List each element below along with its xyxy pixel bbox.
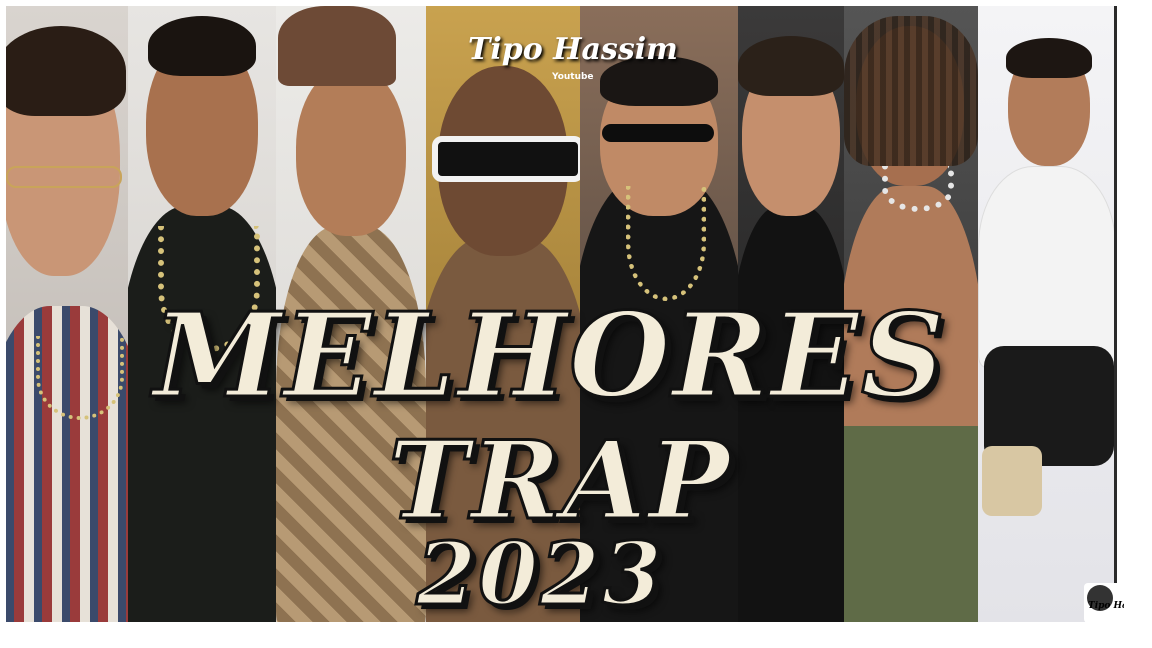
title-line-1: MELHORES [152,287,947,426]
watermark-text: Tipo Hassim [1088,601,1124,611]
channel-name: Tipo Hassim [468,32,678,67]
channel-watermark-logo[interactable]: Tipo Hassim [1084,583,1124,623]
video-thumbnail[interactable]: Tipo Hassim Youtube MELHORES TRAP 2023 [6,6,1117,622]
title-line-3: 2023 [415,523,664,623]
channel-sub-label: Youtube [552,72,594,82]
